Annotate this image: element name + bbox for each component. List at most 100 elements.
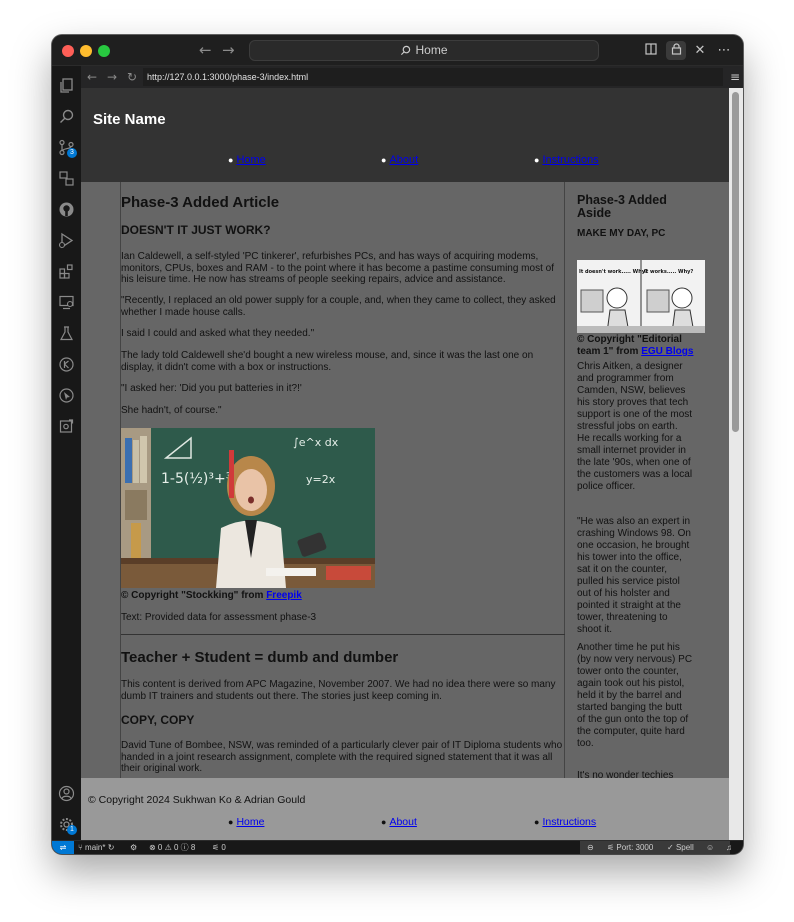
port-status[interactable]: ⚟ Port: 3000 xyxy=(607,841,653,854)
freepik-link[interactable]: Freepik xyxy=(266,590,302,601)
article-paragraph: "I asked her: 'Did you put batteries in … xyxy=(121,383,302,394)
footer-copyright: © Copyright 2024 Sukhwan Ko & Adrian Gou… xyxy=(88,794,306,806)
browser-back-icon[interactable]: ← xyxy=(87,69,97,85)
remote-explorer-icon[interactable] xyxy=(58,170,75,187)
footer-link-instructions[interactable]: Instructions xyxy=(542,816,596,828)
article-paragraph: David Tune of Bombee, NSW, was reminded … xyxy=(121,740,563,774)
aside-title: Phase-3 Added Aside xyxy=(577,193,667,220)
aside-paragraph: Another time he put his (by now very ner… xyxy=(577,642,693,749)
svg-text:y=2x: y=2x xyxy=(306,473,336,486)
close-window-button[interactable] xyxy=(62,45,74,57)
timeline-icon[interactable] xyxy=(58,356,75,373)
notifications-icon[interactable]: ♫ xyxy=(726,841,732,854)
zoom-icon[interactable]: ⊖ xyxy=(587,841,594,854)
browser-url-bar: ← → ↻ http://127.0.0.1:3000/phase-3/inde… xyxy=(81,66,743,88)
sync-icon[interactable]: ⚙ xyxy=(130,841,137,854)
article-heading: DOESN'T IT JUST WORK? xyxy=(121,223,271,237)
article-paragraph: She hadn't, of course." xyxy=(121,405,222,416)
url-input[interactable]: http://127.0.0.1:3000/phase-3/index.html xyxy=(143,68,723,86)
github-icon[interactable] xyxy=(58,201,75,218)
footer-nav-item-about: ● About xyxy=(381,816,417,828)
article-paragraph: "Recently, I replaced an old power suppl… xyxy=(121,295,556,318)
status-bar: ⇌ ⑂ main* ↻ ⚙ ⊗ 0 ⚠ 0 ⓘ 8 ⚟ 0 ⊖ ⚟ Port: … xyxy=(52,840,743,854)
egu-blogs-link[interactable]: EGU Blogs xyxy=(641,346,693,357)
spell-label: Spell xyxy=(675,843,694,852)
nav-item-about: ● About xyxy=(381,154,419,166)
minimize-window-button[interactable] xyxy=(80,45,92,57)
nav-link-instructions[interactable]: Instructions xyxy=(542,154,598,166)
account-icon[interactable] xyxy=(58,785,75,802)
run-debug-icon[interactable] xyxy=(58,232,75,249)
reload-icon[interactable]: ↻ xyxy=(127,69,137,85)
branch-status[interactable]: ⑂ main* ↻ xyxy=(78,841,114,854)
ports-status[interactable]: ⚟ 0 xyxy=(212,841,226,854)
article-paragraph: I said I could and asked what they neede… xyxy=(121,328,315,339)
command-center[interactable]: Home xyxy=(249,40,599,61)
port-label: Port: 3000 xyxy=(616,843,654,852)
meme-left-text: It doesn't work..... Why? xyxy=(579,269,648,275)
scrollbar-thumb[interactable] xyxy=(732,92,739,432)
problems-status[interactable]: ⊗ 0 ⚠ 0 ⓘ 8 xyxy=(149,841,195,854)
back-arrow-icon[interactable]: ← xyxy=(199,41,212,59)
aside-paragraph: Chris Aitken, a designer and programmer … xyxy=(577,361,693,492)
cursor-tool-icon[interactable] xyxy=(58,387,75,404)
ports-count: 0 xyxy=(221,843,226,852)
split-editor-icon[interactable] xyxy=(641,41,661,60)
main-content: Phase-3 Added Article DOESN'T IT JUST WO… xyxy=(120,182,565,840)
site-header: Site Name ● Home ● About ● Instructions xyxy=(81,88,729,182)
extensions-icon[interactable] xyxy=(58,263,75,280)
spell-status[interactable]: ✓ Spell xyxy=(667,841,694,854)
footer-nav-item-instructions: ● Instructions xyxy=(534,816,597,828)
lock-icon[interactable] xyxy=(666,41,686,60)
command-center-label: Home xyxy=(415,43,448,57)
nav-link-home[interactable]: Home xyxy=(236,154,265,166)
teacher-photo: 1-5(½)³+¾ ∫e^x dx y=2x xyxy=(121,428,375,588)
meme-right-text: It works..... Why? xyxy=(644,269,693,275)
activity-bar: 3 1 xyxy=(52,66,81,840)
close-tab-icon[interactable]: ✕ xyxy=(690,41,710,60)
browser-forward-icon[interactable]: → xyxy=(107,69,117,85)
editor-window: ← → Home ✕ ⋯ 3 1 ← → ↻ http://127.0.0.1:… xyxy=(52,35,743,854)
footer-link-about[interactable]: About xyxy=(389,816,416,828)
nav-link-about[interactable]: About xyxy=(389,154,418,166)
explorer-icon[interactable] xyxy=(58,77,75,94)
article-paragraph: Ian Caldewell, a self-styled 'PC tinkere… xyxy=(121,251,554,285)
source-control-badge: 3 xyxy=(67,148,77,158)
article-title: Teacher + Student = dumb and dumber xyxy=(121,649,399,666)
nav-item-instructions: ● Instructions xyxy=(534,154,599,166)
remote-monitor-icon[interactable] xyxy=(58,294,75,311)
article-divider xyxy=(121,634,565,635)
site-footer: © Copyright 2024 Sukhwan Ko & Adrian Gou… xyxy=(81,778,729,840)
nav-item-home: ● Home xyxy=(228,154,266,166)
aside-paragraph: "He was also an expert in crashing Windo… xyxy=(577,516,691,635)
testing-flask-icon[interactable] xyxy=(58,325,75,342)
source-text: Text: Provided data for assessment phase… xyxy=(121,612,317,623)
manage-gear-icon[interactable]: 1 xyxy=(58,816,77,835)
photo-caption-text: © Copyright "Stockking" from xyxy=(121,590,267,601)
article-heading: COPY, COPY xyxy=(121,713,195,727)
footer-link-home[interactable]: Home xyxy=(236,816,264,828)
aside-heading: MAKE MY DAY, PC xyxy=(577,228,666,239)
article-paragraph: This content is derived from APC Magazin… xyxy=(121,679,556,702)
footer-nav-item-home: ● Home xyxy=(228,816,265,828)
vertical-scrollbar[interactable] xyxy=(729,88,743,840)
title-bar: ← → Home ✕ ⋯ xyxy=(52,35,743,66)
remote-indicator-icon[interactable]: ⇌ xyxy=(52,841,74,854)
meme-caption: © Copyright "Editorial team 1" from EGU … xyxy=(577,334,697,358)
page-viewport: Site Name ● Home ● About ● Instructions Pha… xyxy=(81,88,729,840)
search-icon xyxy=(401,45,411,56)
branch-name: main* xyxy=(85,843,106,852)
aside: Phase-3 Added Aside MAKE MY DAY, PC It d… xyxy=(577,182,705,840)
more-actions-icon[interactable]: ⋯ xyxy=(714,41,734,60)
settings-badge: 1 xyxy=(67,825,77,835)
containers-icon[interactable] xyxy=(58,418,75,435)
forward-arrow-icon[interactable]: → xyxy=(222,41,235,59)
source-control-icon[interactable]: 3 xyxy=(58,139,77,158)
svg-text:∫e^x dx: ∫e^x dx xyxy=(293,436,339,449)
copilot-icon[interactable]: ☺ xyxy=(706,841,714,854)
photo-caption: © Copyright "Stockking" from Freepik xyxy=(121,590,565,602)
meme-image: It doesn't work..... Why? It works..... … xyxy=(577,260,705,333)
search-icon[interactable] xyxy=(58,108,75,125)
browser-menu-icon[interactable]: ≡ xyxy=(730,69,740,85)
maximize-window-button[interactable] xyxy=(98,45,110,57)
